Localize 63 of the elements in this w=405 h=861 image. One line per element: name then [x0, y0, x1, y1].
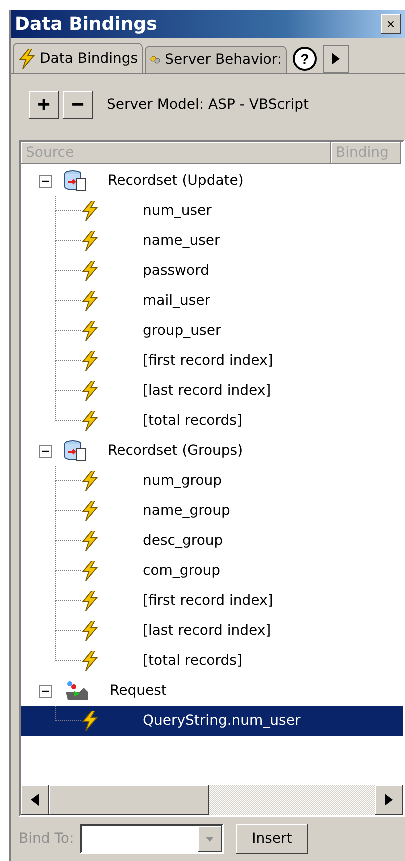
- tree-item[interactable]: password: [143, 263, 210, 279]
- tree-item[interactable]: Recordset (Update): [108, 173, 244, 189]
- close-button[interactable]: ×: [381, 14, 401, 34]
- right-arrow-icon: [331, 53, 342, 65]
- window-title: Data Bindings: [15, 14, 158, 34]
- right-arrow-icon: [384, 794, 394, 806]
- tree-item[interactable]: group_user: [143, 323, 222, 339]
- lightning-bolt-icon: [81, 201, 99, 221]
- tab[interactable]: Data Bindings: [13, 43, 144, 73]
- tree-item[interactable]: num_group: [143, 473, 222, 489]
- scroll-thumb[interactable]: [49, 785, 209, 815]
- lightning-bolt-icon: [81, 651, 99, 671]
- collapse-toggle[interactable]: [39, 684, 52, 698]
- lightning-bolt-icon: [81, 261, 99, 281]
- more-tabs-button[interactable]: [323, 45, 350, 73]
- tree-item[interactable]: Recordset (Groups): [108, 443, 244, 459]
- lightning-bolt-icon: [81, 381, 99, 401]
- tree-item[interactable]: QueryString.num_user: [143, 713, 301, 729]
- server-model-label: Server Model: ASP - VBScript: [107, 97, 309, 113]
- help-button[interactable]: ?: [293, 47, 318, 71]
- collapse-toggle[interactable]: [39, 444, 52, 458]
- lightning-bolt-icon: [81, 621, 99, 641]
- scroll-right-button[interactable]: [375, 785, 403, 815]
- dropdown-button[interactable]: [198, 826, 222, 852]
- tree-item[interactable]: desc_group: [143, 533, 224, 549]
- lightning-bolt-icon: [81, 231, 99, 251]
- lightning-bolt-icon: [81, 591, 99, 611]
- database-icon: [64, 169, 88, 193]
- bind-to-dropdown[interactable]: [80, 824, 224, 854]
- lightning-bolt-icon: [81, 321, 99, 341]
- tree-item[interactable]: [total records]: [143, 653, 242, 669]
- lightning-bolt-icon: [81, 471, 99, 491]
- remove-button[interactable]: −: [63, 91, 93, 119]
- tree-item[interactable]: [last record index]: [143, 383, 272, 399]
- lightning-bolt-icon: [81, 561, 99, 581]
- insert-button[interactable]: Insert: [236, 824, 308, 854]
- tree-item[interactable]: Request: [110, 683, 167, 699]
- tree-item[interactable]: name_group: [143, 503, 230, 519]
- lightning-bolt-icon: [81, 531, 99, 551]
- horizontal-scrollbar[interactable]: [21, 785, 403, 815]
- lightning-bolt-icon: [81, 291, 99, 311]
- database-icon: [64, 439, 88, 463]
- lightning-bolt-icon: [81, 501, 99, 521]
- caret-icon: [206, 836, 214, 842]
- left-arrow-icon: [30, 794, 40, 806]
- tree-item[interactable]: [first record index]: [143, 593, 274, 609]
- lightning-bolt-icon: [81, 351, 99, 371]
- tab[interactable]: Server Behavior:: [145, 46, 288, 73]
- tree-item[interactable]: com_group: [143, 563, 221, 579]
- scroll-left-button[interactable]: [21, 785, 49, 815]
- selected-row[interactable]: QueryString.num_user: [21, 706, 403, 736]
- tree-item[interactable]: [first record index]: [143, 353, 274, 369]
- tree-item[interactable]: name_user: [143, 233, 220, 249]
- add-button[interactable]: +: [29, 91, 59, 119]
- tree-item[interactable]: [total records]: [143, 413, 242, 429]
- collapse-toggle[interactable]: [39, 174, 52, 188]
- tree-item[interactable]: num_user: [143, 203, 212, 219]
- lightning-bolt-icon: [18, 48, 36, 68]
- tree-item[interactable]: mail_user: [143, 293, 211, 309]
- tree-item[interactable]: [last record index]: [143, 623, 272, 639]
- lightning-bolt-icon: [81, 711, 99, 731]
- bind-to-label: Bind To:: [19, 831, 74, 847]
- lightning-bolt-icon: [81, 411, 99, 431]
